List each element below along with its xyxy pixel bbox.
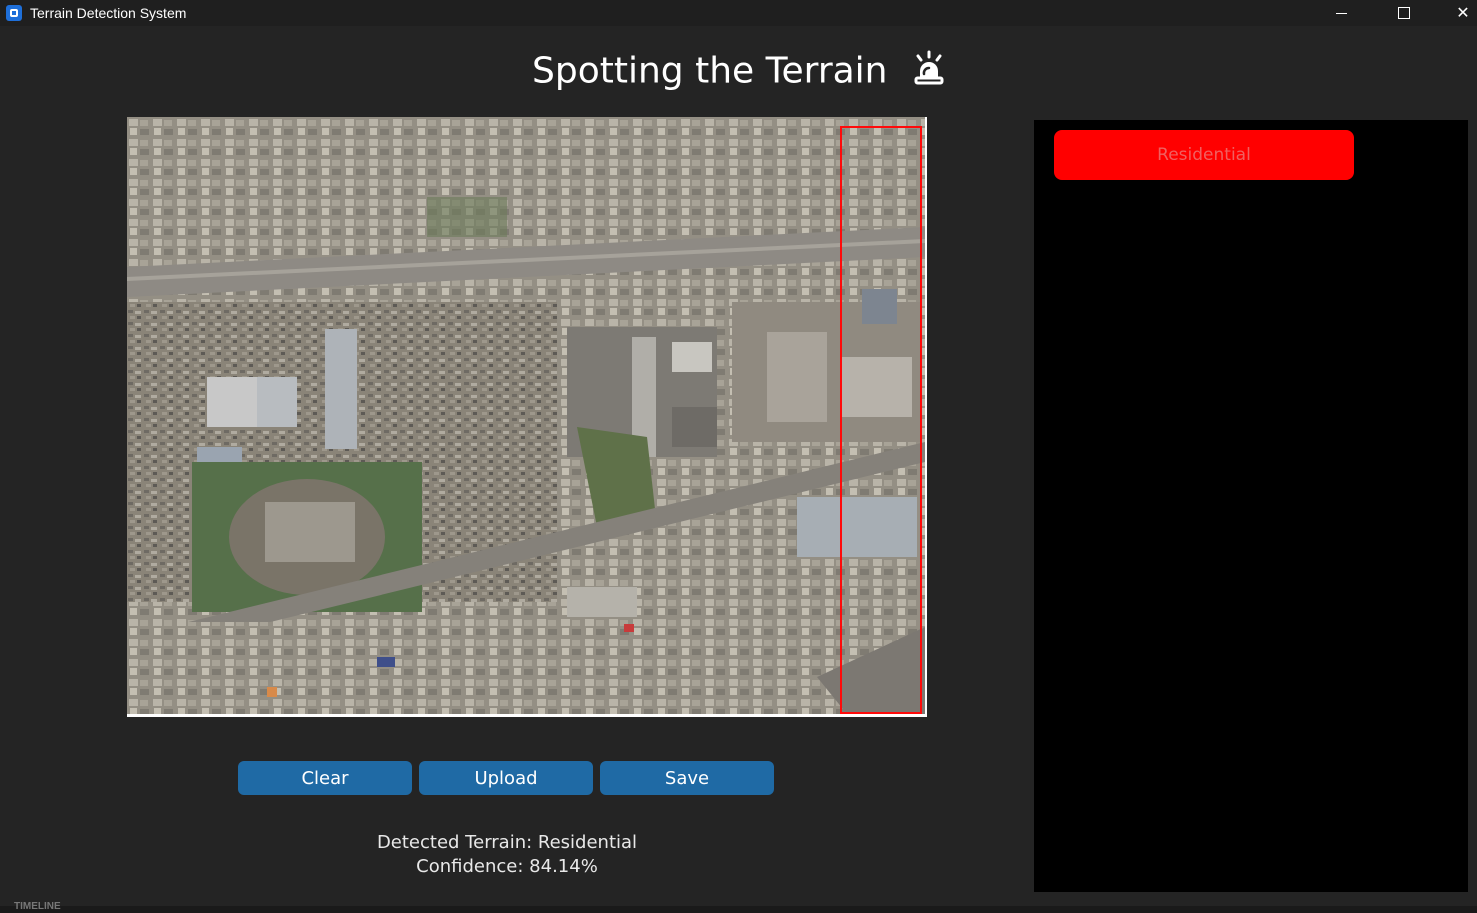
app-icon <box>6 5 22 21</box>
close-icon: ✕ <box>1456 3 1470 22</box>
page-title: Spotting the Terrain <box>0 50 1477 95</box>
window-titlebar: Terrain Detection System ✕ <box>0 0 1477 26</box>
clear-button[interactable]: Clear <box>238 761 412 795</box>
page-title-text: Spotting the Terrain <box>532 50 888 92</box>
minimize-icon <box>1335 12 1347 14</box>
aerial-satellite-image <box>127 117 925 714</box>
save-button[interactable]: Save <box>600 761 774 795</box>
detected-class-chip[interactable]: Residential <box>1054 130 1354 180</box>
timeline-label: TIMELINE <box>14 901 61 912</box>
maximize-icon <box>1398 7 1410 19</box>
close-button[interactable]: ✕ <box>1440 0 1477 26</box>
siren-icon <box>913 50 945 95</box>
detection-bounding-box <box>840 126 922 714</box>
bottom-strip: TIMELINE <box>0 901 1477 913</box>
minimize-button[interactable] <box>1318 0 1364 26</box>
confidence-text: Confidence: 84.14% <box>416 856 598 877</box>
window-title: Terrain Detection System <box>30 5 187 21</box>
detection-list-panel: Residential <box>1034 120 1468 892</box>
upload-button[interactable]: Upload <box>419 761 593 795</box>
maximize-button[interactable] <box>1381 0 1427 26</box>
detected-terrain-text: Detected Terrain: Residential <box>376 832 638 853</box>
image-display <box>127 117 927 717</box>
